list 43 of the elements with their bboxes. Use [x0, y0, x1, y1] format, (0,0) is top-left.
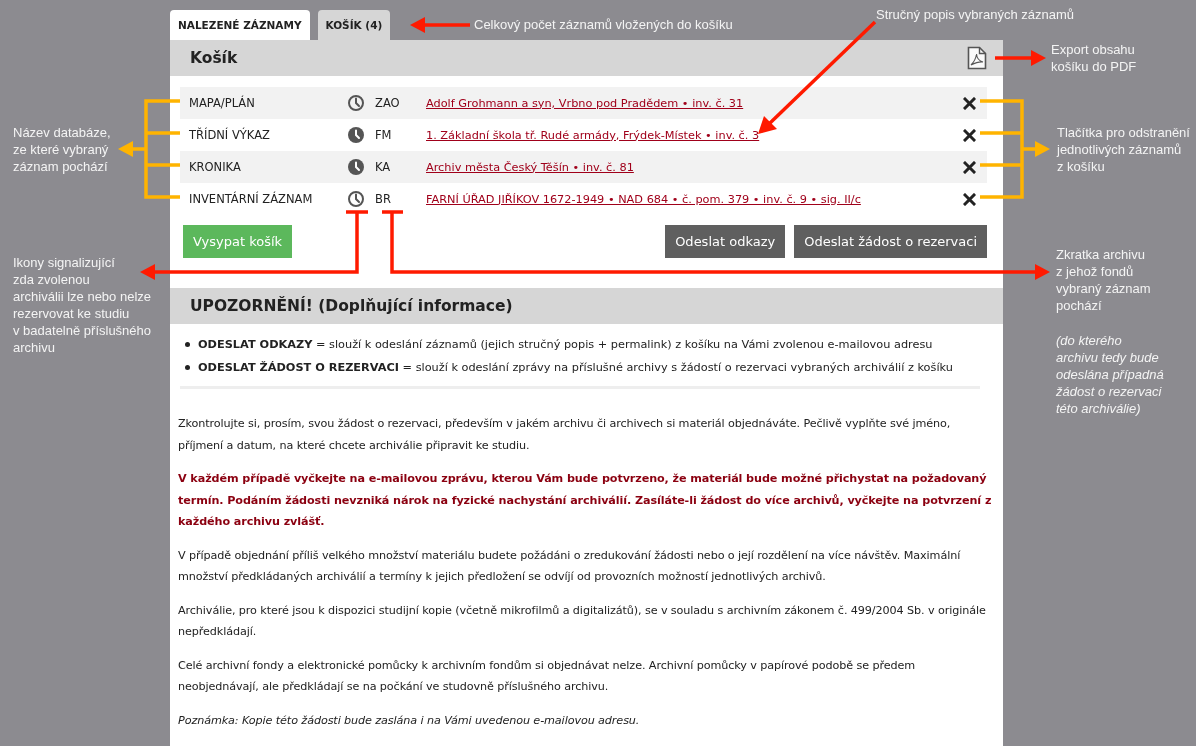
info-paragraph: V případě objednání příliš velkého množství materiálu budete požádáni o zredukování žádosti nebo o její rozdělení na více návštěv. Maximální množství předkládaných archiválií a termíny k jejich předložení se odvíjí od provozních možností jednotlivých archivů. — [178, 547, 962, 585]
close-icon[interactable] — [963, 160, 976, 174]
database-name: TŘÍDNÍ VÝKAZ — [189, 128, 271, 142]
action-button[interactable]: Odeslat žádost o rezervaci — [794, 225, 987, 258]
annotation-text: Stručný popis vybraných záznamů — [876, 6, 1074, 23]
annotation-text: Ikony signalizující zda zvolenou archiválii lze nebo nelze rezervovat ke studiu v badatelně příslušného archivu — [13, 254, 152, 356]
close-icon[interactable] — [963, 96, 976, 110]
record-link[interactable]: FARNÍ ÚŘAD JIŘÍKOV 1672-1949 • NAD 684 • č. pom. 379 • inv. č. 9 • sig. II/c — [426, 192, 861, 206]
tab[interactable]: NALEZENÉ ZÁZNAMY — [170, 10, 310, 40]
close-icon[interactable] — [963, 128, 976, 142]
archive-code: KA — [375, 160, 392, 174]
annotation-text: Název databáze, ze které vybraný záznam pochází — [13, 124, 111, 175]
record-link[interactable]: 1. Základní škola tř. Rudé armády, Frýdek-Místek • inv. č. 3 — [426, 128, 760, 142]
archive-code: ZAO — [375, 96, 401, 110]
annotation-text: Export obsahu košíku do PDF — [1051, 41, 1137, 75]
pdf-icon[interactable] — [967, 46, 987, 70]
annotation-note: (do kterého archivu tedy bude odeslána případná žádost o rezervaci této archiválie) — [1056, 332, 1164, 417]
section-title: UPOZORNĚNÍ! (Doplňující informace) — [190, 297, 513, 315]
database-name: KRONIKA — [189, 160, 242, 174]
bullet-text: ODESLAT ODKAZY = slouží k odeslání záznamů (jejich stručný popis + permalink) z košíku na Vámi zvolenou e-mailovou adresu — [198, 338, 933, 351]
info-paragraph: Archiválie, pro které jsou k dispozici studijní kopie (včetně mikrofilmů a digitalizátů), se v souladu s archivním zákonem č. 499/2004 Sb. v originále nepředkládají. — [178, 602, 987, 640]
bullet-text: ODESLAT ŽÁDOST O REZERVACI = slouží k odeslání zprávy na příslušné archivy s žádostí o rezervaci vybraných archiválií z košíku — [198, 361, 953, 374]
section-title: Košík — [190, 49, 238, 67]
close-icon[interactable] — [963, 192, 976, 206]
archive-code: FM — [375, 128, 393, 142]
info-paragraph: Celé archivní fondy a elektronické pomůcky k archivním fondům si objednávat nelze. Archivní pomůcky v papírové podobě se předem neobjednávají, ale předkládají se na počkání ve studovně příslušného archivu. — [178, 657, 917, 695]
bullet-icon — [185, 342, 190, 347]
record-link[interactable]: Adolf Grohmann a syn, Vrbno pod Pradědem • inv. č. 31 — [426, 96, 744, 110]
action-button[interactable]: Odeslat odkazy — [665, 225, 786, 258]
note-text: Poznámka: Kopie této žádosti bude zaslána i na Vámi uvedenou e-mailovou adresu. — [178, 712, 641, 729]
annotation-text: Tlačítka pro odstranění jednotlivých záznamů z košíku — [1057, 124, 1190, 175]
annotation-text: Zkratka archivu z jehož fondů vybraný záznam pochází — [1056, 246, 1151, 314]
bullet-icon — [185, 365, 190, 370]
database-name: MAPA/PLÁN — [189, 96, 256, 110]
warning-text: V každém případě vyčkejte na e-mailovou zprávu, kterou Vám bude potvrzeno, že materiál bude možné přichystat na požadovaný termín. Podáním žádosti nevzniká nárok na fyzické nachystání archiválií. Zasíláte-li žádost do více archivů, vyčkejte na potvrzení z každého archivu zvlášť. — [178, 471, 993, 530]
record-link[interactable]: Archiv města Český Těšín • inv. č. 81 — [426, 160, 634, 174]
pointer-arrow — [410, 17, 470, 33]
pointer-arrow — [995, 50, 1046, 66]
info-paragraph: Zkontrolujte si, prosím, svou žádost o rezervaci, především v jakém archivu či archivech si materiál objednáváte. Pečlivě vyplňte své jméno, příjmení a datum, na které chcete archiválie připravit ke studiu. — [178, 416, 952, 454]
database-name: INVENTÁRNÍ ZÁZNAM — [189, 192, 314, 206]
annotation-text: Celkový počet záznamů vložených do košíku — [474, 16, 733, 33]
archive-code: BR — [375, 192, 392, 206]
tab[interactable]: KOŠÍK (4) — [317, 10, 391, 40]
